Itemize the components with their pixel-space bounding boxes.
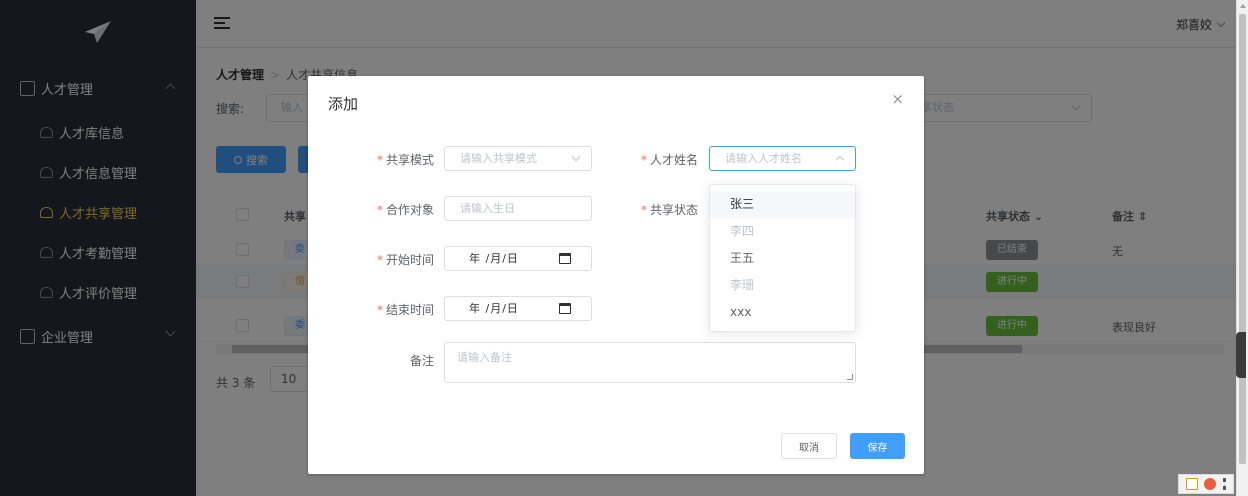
- share-mode-label: * 共享模式: [348, 151, 434, 168]
- start-time-value: 年 /月/日: [469, 252, 519, 265]
- end-time-input[interactable]: 年 /月/日: [444, 296, 592, 321]
- scrollbar-thumb[interactable]: [1239, 14, 1246, 464]
- talent-name-placeholder: 请输入人才姓名: [725, 152, 802, 165]
- close-icon[interactable]: ×: [891, 90, 904, 108]
- dropdown-option: 李四: [730, 224, 755, 238]
- start-time-input[interactable]: 年 /月/日: [444, 246, 592, 271]
- dropdown-option[interactable]: xxx: [710, 299, 855, 326]
- dropdown-option[interactable]: 张三: [710, 191, 855, 218]
- dropdown-option[interactable]: 王五: [710, 245, 855, 272]
- start-time-label: * 开始时间: [348, 251, 434, 268]
- side-handle[interactable]: [1236, 332, 1246, 378]
- share-mode-placeholder: 请输入共享模式: [460, 152, 537, 165]
- dropdown-option: 李珊: [730, 278, 755, 292]
- calendar-icon[interactable]: [559, 253, 571, 264]
- partner-label-text: 合作对象: [385, 203, 434, 217]
- talent-name-label: * 人才姓名: [608, 151, 698, 168]
- partner-placeholder: 请输入生日: [460, 202, 515, 215]
- required-mark: *: [376, 153, 383, 167]
- resize-handle-icon[interactable]: [847, 374, 853, 380]
- chevron-down-icon: [571, 152, 581, 162]
- end-time-label-text: 结束时间: [385, 303, 434, 317]
- share-status-label-text: 共享状态: [649, 203, 698, 217]
- save-button[interactable]: 保存: [850, 433, 905, 459]
- end-time-value: 年 /月/日: [469, 302, 519, 315]
- chevron-up-icon: [835, 155, 845, 165]
- calendar-icon[interactable]: [559, 303, 571, 314]
- note-label: 备注: [409, 354, 434, 368]
- partner-label: * 合作对象: [348, 201, 434, 218]
- start-time-label-text: 开始时间: [385, 253, 434, 267]
- end-time-label: * 结束时间: [348, 301, 434, 318]
- note-textarea[interactable]: 请输入备注: [444, 342, 856, 383]
- share-mode-label-text: 共享模式: [385, 153, 434, 167]
- more-icon[interactable]: [1222, 478, 1226, 490]
- system-tray: [1178, 474, 1234, 494]
- required-mark: *: [640, 203, 647, 217]
- required-mark: *: [376, 253, 383, 267]
- required-mark: *: [376, 303, 383, 317]
- talent-name-dropdown: 张三 李四 王五 李珊 xxx: [709, 184, 856, 332]
- dialog-title: 添加: [328, 95, 359, 113]
- page-vertical-scrollbar[interactable]: [1236, 0, 1248, 496]
- note-placeholder: 请输入备注: [457, 351, 512, 364]
- share-mode-select[interactable]: 请输入共享模式: [444, 146, 592, 171]
- share-status-label: * 共享状态: [608, 201, 698, 218]
- required-mark: *: [376, 203, 383, 217]
- talent-name-select[interactable]: 请输入人才姓名: [709, 146, 856, 171]
- talent-name-label-text: 人才姓名: [649, 153, 698, 167]
- scroll-up-arrow-icon[interactable]: [1240, 4, 1246, 8]
- cancel-button[interactable]: 取消: [781, 433, 837, 459]
- clipboard-icon[interactable]: [1186, 478, 1199, 490]
- partner-input[interactable]: 请输入生日: [444, 196, 592, 221]
- required-mark: *: [640, 153, 647, 167]
- browser-extension-icon[interactable]: [1204, 478, 1217, 490]
